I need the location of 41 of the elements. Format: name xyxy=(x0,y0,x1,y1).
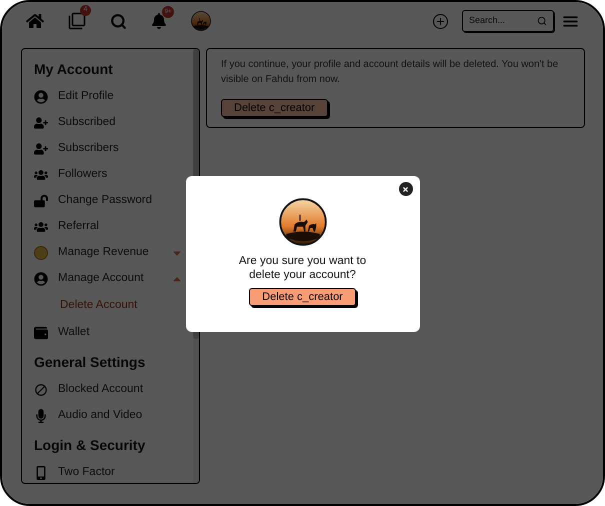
sidebar-item[interactable]: Two Factor xyxy=(34,460,193,483)
search-icon[interactable] xyxy=(537,16,547,26)
sidebar-item[interactable]: Manage Revenue xyxy=(34,240,193,266)
sidebar-item[interactable]: Audio and Video xyxy=(34,403,193,429)
section-heading: Login & Security xyxy=(34,436,146,455)
sidebar-item[interactable]: Referral xyxy=(34,214,193,240)
add-icon[interactable] xyxy=(433,14,448,28)
phone-icon xyxy=(34,466,48,480)
coin-icon xyxy=(34,246,48,260)
block-icon xyxy=(34,383,48,397)
delete-button[interactable]: Delete c_creator xyxy=(249,288,356,306)
sidebar-item[interactable]: Followers xyxy=(34,162,193,188)
dialog-question: Are you sure you want to delete your account? xyxy=(238,254,368,282)
users-icon xyxy=(34,220,48,234)
sidebar-item[interactable]: Change Password xyxy=(34,188,193,214)
search-field[interactable]: Search... xyxy=(462,10,554,32)
sidebar-item[interactable]: Manage Account xyxy=(34,266,193,292)
section-heading: My Account xyxy=(34,60,114,79)
sidebar-item[interactable]: Edit Profile xyxy=(34,84,193,110)
close-icon xyxy=(402,186,409,192)
search-icon[interactable] xyxy=(110,12,127,30)
sidebar-item[interactable]: Wallet xyxy=(34,320,193,346)
warning-message: If you continue, your profile and account details will be deleted. You won't be visible on Fahdu from now. xyxy=(221,58,560,87)
avatar-photo xyxy=(278,198,326,246)
search-input[interactable]: Search... xyxy=(469,14,537,28)
users-icon xyxy=(34,168,48,182)
sidebar-item[interactable]: Subscribed xyxy=(34,110,193,136)
profile-avatar xyxy=(191,11,211,31)
bell-icon[interactable] xyxy=(151,13,167,29)
messages-icon[interactable] xyxy=(68,12,86,30)
delete-button[interactable]: Delete c_creator xyxy=(221,99,328,117)
wallet-icon xyxy=(34,326,48,340)
unlock-icon xyxy=(34,194,48,208)
microphone-icon xyxy=(34,409,48,423)
user-plus-icon xyxy=(34,142,48,156)
user-plus-icon xyxy=(34,116,48,130)
sidebar-item[interactable]: Blocked Account xyxy=(34,377,193,403)
close-button[interactable] xyxy=(398,182,412,196)
section-heading: General Settings xyxy=(34,353,146,372)
home-icon[interactable] xyxy=(26,12,44,30)
sidebar-item[interactable]: Subscribers xyxy=(34,136,193,162)
